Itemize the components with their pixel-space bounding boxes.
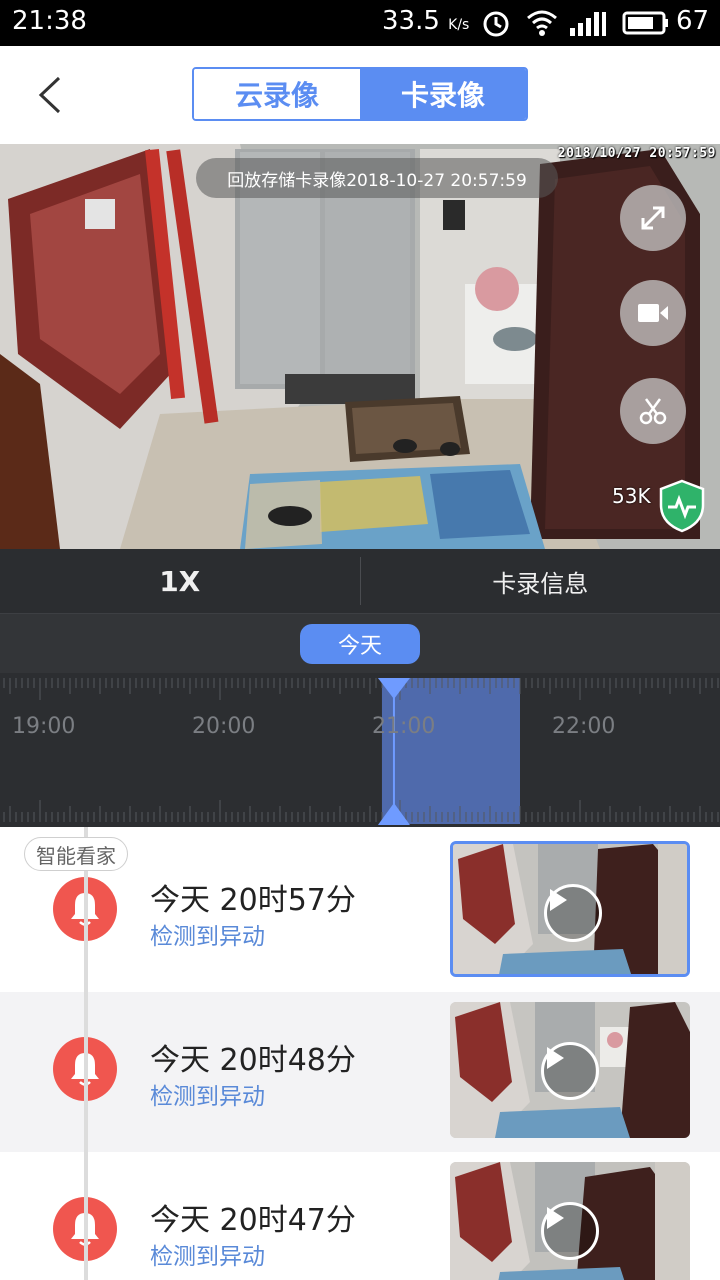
card-info-button[interactable]: 卡录信息 — [361, 549, 720, 613]
timeline-label: 21:00 — [372, 714, 436, 739]
network-speed: 33.5 K/s — [382, 6, 470, 36]
osd-timestamp: 2018/10/27 20:57:59 — [557, 146, 716, 161]
date-bar: 今天 — [0, 613, 720, 673]
event-description: 检测到异动 — [150, 1084, 265, 1110]
record-button[interactable] — [620, 280, 686, 346]
play-icon — [547, 1207, 564, 1229]
playback-title: 回放存储卡录像2018-10-27 20:57:59 — [196, 158, 558, 198]
play-button[interactable] — [544, 884, 602, 942]
scissors-icon — [639, 398, 667, 425]
bitrate-indicator: 53K — [612, 484, 651, 508]
event-description: 检测到异动 — [150, 924, 265, 950]
chevron-left-icon — [38, 76, 61, 114]
play-button[interactable] — [541, 1202, 599, 1260]
timeline-ticks — [3, 678, 719, 825]
header: 云录像 卡录像 — [0, 46, 720, 144]
event-time: 今天 20时47分 — [150, 1203, 356, 1238]
play-icon — [550, 889, 567, 911]
security-shield-icon — [659, 479, 705, 533]
alarm-icon — [483, 11, 509, 37]
recorded-segment — [381, 678, 520, 824]
tab-cloud-recording[interactable]: 云录像 — [194, 69, 360, 119]
playback-speed-button[interactable]: 1X — [0, 549, 360, 613]
event-thumbnail[interactable] — [450, 1162, 690, 1280]
event-description: 检测到异动 — [150, 1244, 265, 1270]
event-thumbnail[interactable] — [450, 841, 690, 977]
timeline-label: 22:00 — [552, 714, 616, 739]
battery-level: 67 — [676, 6, 710, 36]
event-item[interactable]: 今天 20时47分 检测到异动 — [0, 1152, 720, 1280]
timeline-label: 19:00 — [12, 714, 76, 739]
playback-control-bar: 1X 卡录信息 — [0, 549, 720, 613]
clip-button[interactable] — [620, 378, 686, 444]
group-tag: 智能看家 — [24, 837, 128, 871]
play-button[interactable] — [541, 1042, 599, 1100]
video-player[interactable]: 2018/10/27 20:57:59 回放存储卡录像2018-10-27 20… — [0, 144, 720, 549]
recording-source-tabs: 云录像 卡录像 — [192, 67, 528, 121]
timeline-connector — [84, 827, 88, 1280]
cell-signal-icon — [570, 12, 606, 36]
play-icon — [547, 1047, 564, 1069]
event-thumbnail[interactable] — [450, 1002, 690, 1138]
event-time: 今天 20时57分 — [150, 883, 356, 918]
battery-icon — [622, 11, 668, 35]
tab-card-recording[interactable]: 卡录像 — [360, 69, 526, 119]
status-time: 21:38 — [12, 6, 87, 36]
timeline-label: 20:00 — [192, 714, 256, 739]
status-bar: 21:38 33.5 K/s 67 — [0, 0, 720, 46]
fullscreen-icon — [641, 206, 665, 230]
event-item[interactable]: 今天 20时48分 检测到异动 — [0, 992, 720, 1152]
event-time: 今天 20时48分 — [150, 1043, 356, 1078]
video-camera-icon — [638, 304, 668, 322]
event-list: 今天 20时57分 检测到异动 今天 20时48分 检测到异动 今天 20时47… — [0, 827, 720, 1280]
timeline-scrubber[interactable]: 19:00 20:00 21:00 22:00 — [0, 673, 720, 827]
date-selector[interactable]: 今天 — [300, 624, 420, 664]
fullscreen-button[interactable] — [620, 185, 686, 251]
back-button[interactable] — [26, 68, 74, 122]
wifi-icon — [527, 10, 557, 36]
